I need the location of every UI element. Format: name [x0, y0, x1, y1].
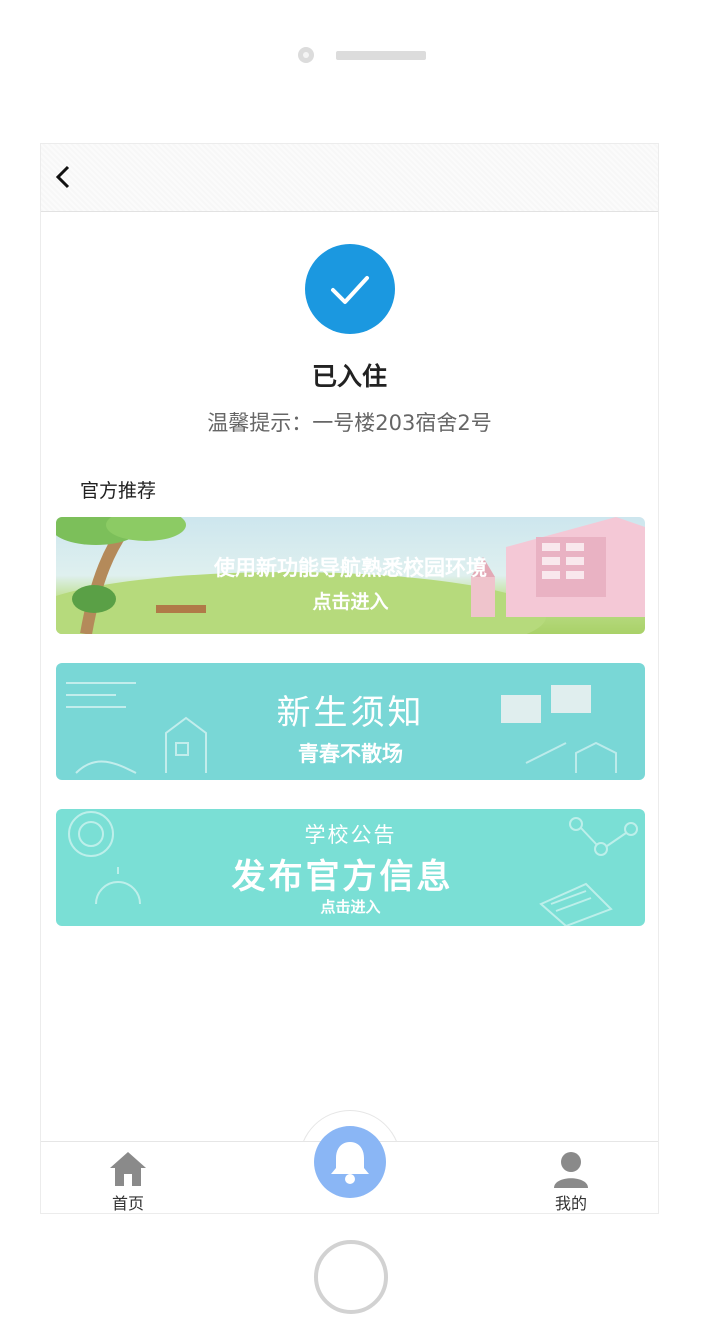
nav-bar	[41, 144, 658, 212]
banner-campus-navigation[interactable]: 使用新功能导航熟悉校园环境 点击进入	[56, 517, 645, 634]
banner-subtitle: 点击进入	[320, 898, 381, 916]
banner-subtitle: 青春不散场	[298, 742, 403, 766]
user-icon	[554, 1152, 588, 1188]
tab-mine[interactable]: 我的	[531, 1142, 611, 1213]
tab-home[interactable]: 首页	[88, 1142, 168, 1213]
banner-title: 新生须知	[276, 693, 425, 733]
notification-button[interactable]	[314, 1126, 386, 1198]
bell-icon	[331, 1142, 369, 1184]
banner-kicker: 学校公告	[304, 823, 397, 847]
checkmark-icon	[305, 244, 395, 334]
phone-speaker	[336, 51, 426, 60]
app-screen: 已入住 温馨提示：一号楼203宿舍2号 官方推荐 使用新功能导航熟悉校园环境 点…	[40, 143, 659, 1214]
status-tip: 温馨提示：一号楼203宿舍2号	[207, 411, 492, 435]
section-title: 官方推荐	[80, 480, 157, 502]
tab-mine-label: 我的	[554, 1194, 587, 1213]
back-button[interactable]	[49, 162, 79, 192]
tab-home-label: 首页	[111, 1194, 144, 1213]
banner-freshman-notice[interactable]: 新生须知 青春不散场	[56, 663, 645, 780]
chevron-left-icon	[55, 165, 70, 189]
phone-home-button[interactable]	[314, 1240, 388, 1314]
phone-camera	[298, 47, 314, 63]
banner-title: 使用新功能导航熟悉校园环境	[214, 556, 487, 580]
banner-subtitle: 点击进入	[312, 591, 389, 613]
status-title: 已入住	[311, 362, 387, 391]
banner-title: 发布官方信息	[231, 857, 454, 897]
home-icon	[110, 1152, 146, 1186]
banner-school-announcement[interactable]: 学校公告 发布官方信息 点击进入	[56, 809, 645, 926]
